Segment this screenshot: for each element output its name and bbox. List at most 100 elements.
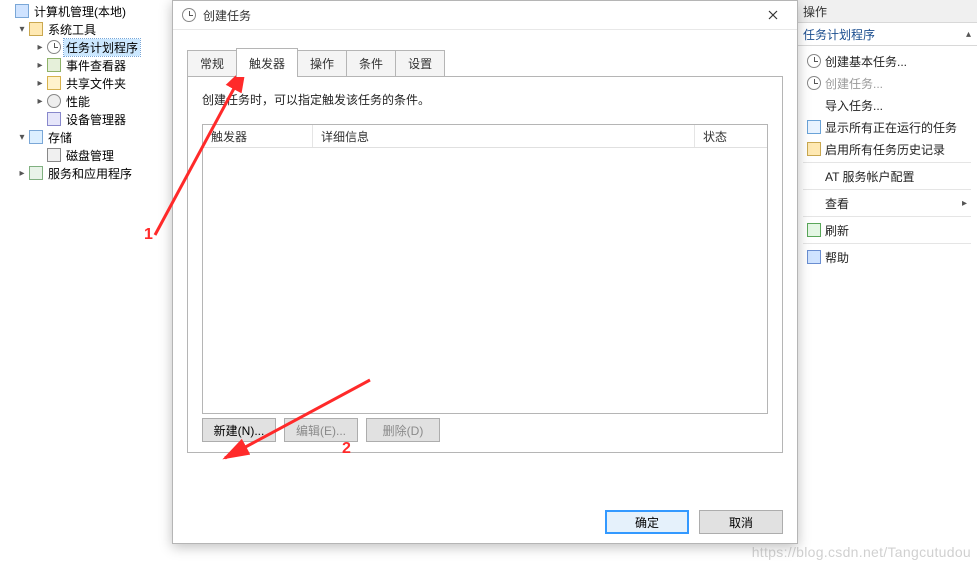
tree-disk-management[interactable]: 磁盘管理 — [0, 146, 165, 164]
caret-down-icon: ▾ — [16, 24, 28, 35]
new-button[interactable]: 新建(N)... — [202, 418, 276, 442]
running-icon — [807, 120, 825, 134]
caret-right-icon: ▸ — [34, 78, 46, 89]
tree-device-manager[interactable]: 设备管理器 — [0, 110, 165, 128]
history-icon — [807, 142, 825, 156]
device-icon — [46, 111, 62, 127]
action-view[interactable]: 查看 ▸ — [797, 192, 977, 214]
dialog-title: 创建任务 — [203, 7, 753, 24]
actions-section-header[interactable]: 任务计划程序 ▴ — [797, 23, 977, 46]
action-label: 启用所有任务历史记录 — [825, 141, 967, 158]
action-label: AT 服务帐户配置 — [825, 168, 967, 185]
collapse-icon: ▴ — [966, 29, 971, 40]
actions-list: 创建基本任务... 创建任务... 导入任务... 显示所有正在运行的任务 启用… — [797, 46, 977, 272]
clock-icon — [807, 54, 825, 68]
tree-storage[interactable]: ▾ 存储 — [0, 128, 165, 146]
tab-description: 创建任务时，可以指定触发该任务的条件。 — [202, 91, 768, 108]
separator — [803, 216, 971, 217]
tab-strip: 常规 触发器 操作 条件 设置 — [187, 52, 444, 76]
trigger-list[interactable]: 触发器 详细信息 状态 — [202, 124, 768, 414]
col-status[interactable]: 状态 — [695, 125, 767, 147]
actions-section-label: 任务计划程序 — [803, 26, 875, 43]
list-body[interactable] — [203, 148, 767, 413]
caret-right-icon: ▸ — [34, 42, 46, 53]
action-label: 导入任务... — [825, 97, 967, 114]
col-detail[interactable]: 详细信息 — [313, 125, 695, 147]
tree-services-apps[interactable]: ▸ 服务和应用程序 — [0, 164, 165, 182]
action-label: 查看 — [825, 195, 962, 212]
clock-icon — [807, 76, 825, 90]
caret-right-icon: ▸ — [34, 60, 46, 71]
action-enable-history[interactable]: 启用所有任务历史记录 — [797, 138, 977, 160]
action-help[interactable]: 帮助 — [797, 246, 977, 268]
tree-shared-folders[interactable]: ▸ 共享文件夹 — [0, 74, 165, 92]
dialog-titlebar[interactable]: 创建任务 — [173, 1, 797, 30]
tree-label: 共享文件夹 — [64, 75, 128, 92]
separator — [803, 189, 971, 190]
refresh-icon — [807, 223, 825, 237]
tab-actions[interactable]: 操作 — [297, 50, 347, 76]
action-create-basic-task[interactable]: 创建基本任务... — [797, 50, 977, 72]
delete-button[interactable]: 删除(D) — [366, 418, 440, 442]
annotation-number-1: 1 — [144, 226, 153, 244]
tree-label: 事件查看器 — [64, 57, 128, 74]
action-import-task[interactable]: 导入任务... — [797, 94, 977, 116]
action-label: 帮助 — [825, 249, 967, 266]
nav-tree: 计算机管理(本地) ▾ 系统工具 ▸ 任务计划程序 ▸ 事件查看器 ▸ 共享文件… — [0, 0, 166, 566]
tree-label: 系统工具 — [46, 21, 98, 38]
perf-icon — [46, 93, 62, 109]
tree-task-scheduler[interactable]: ▸ 任务计划程序 — [0, 38, 165, 56]
tree-system-tools[interactable]: ▾ 系统工具 — [0, 20, 165, 38]
action-at-config[interactable]: AT 服务帐户配置 — [797, 165, 977, 187]
action-show-running[interactable]: 显示所有正在运行的任务 — [797, 116, 977, 138]
tab-settings[interactable]: 设置 — [395, 50, 445, 76]
tree-label: 计算机管理(本地) — [32, 3, 128, 20]
separator — [803, 162, 971, 163]
annotation-number-2: 2 — [342, 440, 351, 458]
event-icon — [46, 57, 62, 73]
tree-label: 性能 — [64, 93, 92, 110]
close-button[interactable] — [753, 1, 793, 29]
actions-panel-title: 操作 — [797, 0, 977, 23]
list-header: 触发器 详细信息 状态 — [203, 125, 767, 148]
tree-label: 存储 — [46, 129, 74, 146]
tab-page-triggers: 创建任务时，可以指定触发该任务的条件。 触发器 详细信息 状态 新建(N)...… — [187, 76, 783, 453]
tools-icon — [28, 21, 44, 37]
action-refresh[interactable]: 刷新 — [797, 219, 977, 241]
share-icon — [46, 75, 62, 91]
tree-label: 磁盘管理 — [64, 147, 116, 164]
actions-panel: 操作 任务计划程序 ▴ 创建基本任务... 创建任务... 导入任务... 显示… — [796, 0, 977, 566]
cancel-button[interactable]: 取消 — [699, 510, 783, 534]
action-create-task[interactable]: 创建任务... — [797, 72, 977, 94]
tree-performance[interactable]: ▸ 性能 — [0, 92, 165, 110]
service-icon — [28, 165, 44, 181]
tab-general[interactable]: 常规 — [187, 50, 237, 76]
tree-root[interactable]: 计算机管理(本地) — [0, 2, 165, 20]
computer-icon — [14, 3, 30, 19]
tree-label: 任务计划程序 — [64, 39, 140, 56]
help-icon — [807, 250, 825, 264]
action-label: 刷新 — [825, 222, 967, 239]
separator — [803, 243, 971, 244]
disk-icon — [46, 147, 62, 163]
tree-label: 服务和应用程序 — [46, 165, 134, 182]
tree-label: 设备管理器 — [64, 111, 128, 128]
caret-right-icon: ▸ — [16, 168, 28, 179]
action-label: 显示所有正在运行的任务 — [825, 119, 967, 136]
caret-down-icon: ▾ — [16, 132, 28, 143]
edit-button[interactable]: 编辑(E)... — [284, 418, 358, 442]
tab-conditions[interactable]: 条件 — [346, 50, 396, 76]
chevron-right-icon: ▸ — [962, 198, 967, 209]
close-icon — [768, 10, 778, 20]
create-task-dialog: 创建任务 常规 触发器 操作 条件 设置 创建任务时，可以指定触发该任务的条件。… — [172, 0, 798, 544]
clock-icon — [181, 7, 197, 23]
dialog-footer: 确定 取消 — [173, 501, 797, 543]
action-label: 创建任务... — [825, 75, 967, 92]
ok-button[interactable]: 确定 — [605, 510, 689, 534]
tab-triggers[interactable]: 触发器 — [236, 48, 298, 77]
caret-right-icon: ▸ — [34, 96, 46, 107]
tree-event-viewer[interactable]: ▸ 事件查看器 — [0, 56, 165, 74]
col-trigger[interactable]: 触发器 — [203, 125, 313, 147]
clock-icon — [46, 39, 62, 55]
storage-icon — [28, 129, 44, 145]
